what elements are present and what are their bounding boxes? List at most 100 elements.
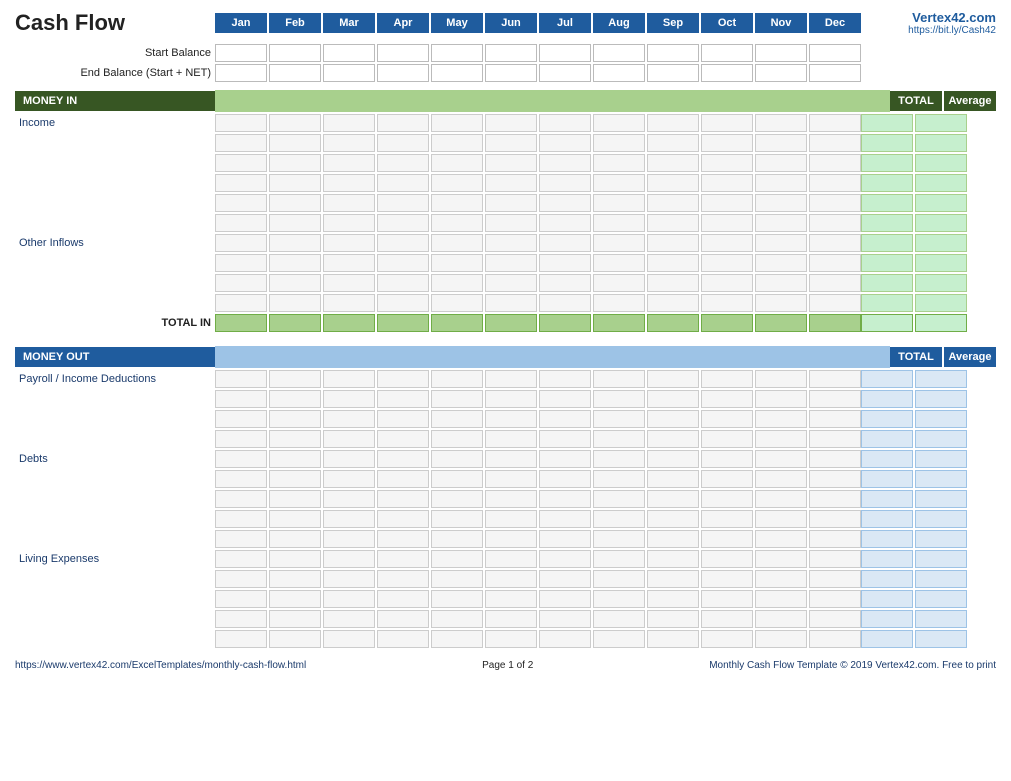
header: Cash Flow Jan Feb Mar Apr May Jun Jul Au… (15, 10, 996, 36)
start-balance-apr[interactable] (377, 44, 429, 62)
income-row-3 (15, 174, 996, 192)
money-out-total-avg: TOTAL Average (890, 347, 996, 367)
money-in-avg-label: Average (944, 91, 996, 111)
month-tab-jun[interactable]: Jun (485, 13, 537, 33)
start-balance-may[interactable] (431, 44, 483, 62)
living-expenses-label: Living Expenses (15, 553, 215, 565)
c10[interactable] (701, 114, 753, 132)
start-balance-nov[interactable] (755, 44, 807, 62)
end-balance-oct[interactable] (701, 64, 753, 82)
money-in-label: MONEY IN (15, 91, 215, 111)
start-balance-feb[interactable] (269, 44, 321, 62)
month-tab-jul[interactable]: Jul (539, 13, 591, 33)
income-row-5 (15, 214, 996, 232)
end-balance-jun[interactable] (485, 64, 537, 82)
total-in-cells (215, 314, 861, 332)
page-title: Cash Flow (15, 10, 215, 36)
month-tabs-container: Jan Feb Mar Apr May Jun Jul Aug Sep Oct … (215, 13, 886, 33)
month-tab-nov[interactable]: Nov (755, 13, 807, 33)
month-tab-aug[interactable]: Aug (593, 13, 645, 33)
c8[interactable] (593, 114, 645, 132)
end-balance-cells (215, 64, 861, 82)
total-in-avg-cell (915, 314, 967, 332)
end-balance-jan[interactable] (215, 64, 267, 82)
end-balance-sep[interactable] (647, 64, 699, 82)
c12[interactable] (809, 114, 861, 132)
month-tab-feb[interactable]: Feb (269, 13, 321, 33)
money-in-header-fill (215, 90, 890, 112)
total-in-row: TOTAL IN (15, 314, 996, 332)
start-balance-dec[interactable] (809, 44, 861, 62)
c5[interactable] (431, 114, 483, 132)
balance-section: Start Balance End Balance (Start + NET) (15, 44, 996, 82)
money-out-label: MONEY OUT (15, 347, 215, 367)
other-inflows-row-3 (15, 294, 996, 312)
end-balance-label: End Balance (Start + NET) (15, 67, 215, 79)
living-row-2 (15, 590, 996, 608)
debts-row-3 (15, 510, 996, 528)
footer: https://www.vertex42.com/ExcelTemplates/… (15, 660, 996, 671)
c3[interactable] (323, 114, 375, 132)
footer-left-link[interactable]: https://www.vertex42.com/ExcelTemplates/… (15, 660, 306, 671)
income-cat-avg (915, 114, 967, 132)
footer-page: Page 1 of 2 (482, 660, 533, 671)
month-tab-may[interactable]: May (431, 13, 483, 33)
end-balance-may[interactable] (431, 64, 483, 82)
month-tab-jan[interactable]: Jan (215, 13, 267, 33)
start-balance-row: Start Balance (15, 44, 996, 62)
start-balance-mar[interactable] (323, 44, 375, 62)
money-in-total-label: TOTAL (890, 91, 942, 111)
c9[interactable] (647, 114, 699, 132)
end-balance-dec[interactable] (809, 64, 861, 82)
end-balance-row: End Balance (Start + NET) (15, 64, 996, 82)
payroll-row-2 (15, 410, 996, 428)
end-balance-feb[interactable] (269, 64, 321, 82)
payroll-row-3 (15, 430, 996, 448)
money-out-avg-label: Average (944, 347, 996, 367)
vertex-info: Vertex42.com https://bit.ly/Cash42 (886, 10, 996, 36)
month-tab-sep[interactable]: Sep (647, 13, 699, 33)
start-balance-jul[interactable] (539, 44, 591, 62)
income-category-row: Income (15, 114, 996, 132)
c4[interactable] (377, 114, 429, 132)
c6[interactable] (485, 114, 537, 132)
end-balance-aug[interactable] (593, 64, 645, 82)
end-balance-jul[interactable] (539, 64, 591, 82)
income-cat-cells (215, 114, 861, 132)
month-tab-mar[interactable]: Mar (323, 13, 375, 33)
start-balance-oct[interactable] (701, 44, 753, 62)
total-in-total-cell (861, 314, 913, 332)
other-inflows-category-row: Other Inflows (15, 234, 996, 252)
payroll-category-row: Payroll / Income Deductions (15, 370, 996, 388)
income-category-label: Income (15, 117, 215, 129)
month-tab-dec[interactable]: Dec (809, 13, 861, 33)
living-expenses-category-row: Living Expenses (15, 550, 996, 568)
vertex-title: Vertex42.com (886, 10, 996, 25)
month-tab-apr[interactable]: Apr (377, 13, 429, 33)
start-balance-jun[interactable] (485, 44, 537, 62)
footer-copyright: Monthly Cash Flow Template © 2019 Vertex… (709, 660, 996, 671)
other-inflows-row-2 (15, 274, 996, 292)
payroll-label: Payroll / Income Deductions (15, 373, 215, 385)
month-tab-oct[interactable]: Oct (701, 13, 753, 33)
debts-row-2 (15, 490, 996, 508)
c1[interactable] (215, 114, 267, 132)
total-in-label: TOTAL IN (15, 317, 215, 329)
start-balance-aug[interactable] (593, 44, 645, 62)
c11[interactable] (755, 114, 807, 132)
start-balance-jan[interactable] (215, 44, 267, 62)
c2[interactable] (269, 114, 321, 132)
debts-row-1 (15, 470, 996, 488)
end-balance-apr[interactable] (377, 64, 429, 82)
end-balance-nov[interactable] (755, 64, 807, 82)
debts-row-4 (15, 530, 996, 548)
c7[interactable] (539, 114, 591, 132)
money-out-header-cells (215, 346, 890, 368)
other-inflows-row-1 (15, 254, 996, 272)
vertex-link[interactable]: https://bit.ly/Cash42 (886, 25, 996, 36)
start-balance-label: Start Balance (15, 47, 215, 59)
income-row-1 (15, 134, 996, 152)
money-in-header: MONEY IN TOTAL Average (15, 90, 996, 112)
end-balance-mar[interactable] (323, 64, 375, 82)
start-balance-sep[interactable] (647, 44, 699, 62)
